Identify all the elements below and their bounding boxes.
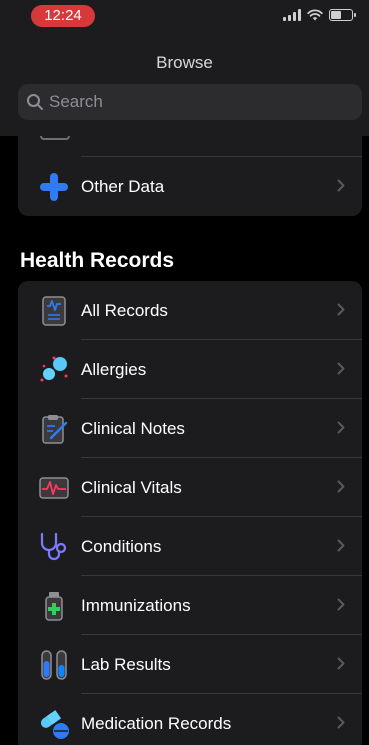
chevron-right-icon (337, 480, 345, 493)
list-item-label: All Records (81, 300, 168, 320)
clinical-notes-icon (38, 413, 70, 445)
list-item-label: Allergies (81, 359, 147, 379)
search-bar[interactable] (18, 84, 362, 120)
search-icon (27, 94, 43, 110)
list-item-medication-records[interactable]: Medication Records (18, 694, 362, 745)
pill-icon (38, 708, 70, 740)
all-records-icon (38, 295, 70, 327)
list-item-label: Lab Results (81, 654, 171, 674)
list-item-all-records[interactable]: All Records (18, 281, 362, 340)
section-title: Health Records (20, 249, 175, 272)
cellular-signal-icon (283, 9, 301, 21)
plus-icon (38, 171, 70, 203)
test-tubes-icon (38, 649, 70, 681)
chevron-right-icon (337, 716, 345, 729)
stethoscope-icon (38, 531, 70, 563)
clinical-vitals-icon (38, 472, 70, 504)
list-item-clinical-notes[interactable]: Clinical Notes (18, 399, 362, 458)
battery-icon (329, 9, 356, 21)
chevron-right-icon (337, 657, 345, 670)
allergies-icon (38, 354, 70, 386)
page-title: Browse (156, 53, 213, 72)
list-item-allergies[interactable]: Allergies (18, 340, 362, 399)
chevron-right-icon (337, 303, 345, 316)
chevron-right-icon (337, 362, 345, 375)
chevron-right-icon (337, 179, 345, 192)
status-time[interactable]: 12:24 (31, 5, 95, 27)
list-item-label: Clinical Notes (81, 418, 185, 438)
status-bar: 12:24 (0, 0, 369, 34)
list-item-immunizations[interactable]: Immunizations (18, 576, 362, 635)
list-item-label: Clinical Vitals (81, 477, 182, 497)
nav-header: Browse (0, 34, 369, 136)
list-item-label: Medication Records (81, 713, 232, 733)
list-item-label: Conditions (81, 536, 162, 556)
list-item-lab-results[interactable]: Lab Results (18, 635, 362, 694)
list-item-other-data[interactable]: Other Data (18, 157, 362, 216)
chevron-right-icon (337, 539, 345, 552)
chevron-right-icon (337, 421, 345, 434)
list-item-clinical-vitals[interactable]: Clinical Vitals (18, 458, 362, 517)
status-icons (283, 9, 356, 21)
health-records-card: All Records Allergies Clinical Notes Cli… (18, 281, 362, 745)
list-item-label: Immunizations (81, 595, 191, 615)
wifi-icon (307, 9, 323, 21)
vaccine-vial-icon (38, 590, 70, 622)
list-item-label: Other Data (81, 176, 165, 196)
browse-categories-card: Other Data (18, 126, 362, 216)
chevron-right-icon (337, 598, 345, 611)
search-input[interactable] (49, 92, 349, 112)
list-item-conditions[interactable]: Conditions (18, 517, 362, 576)
